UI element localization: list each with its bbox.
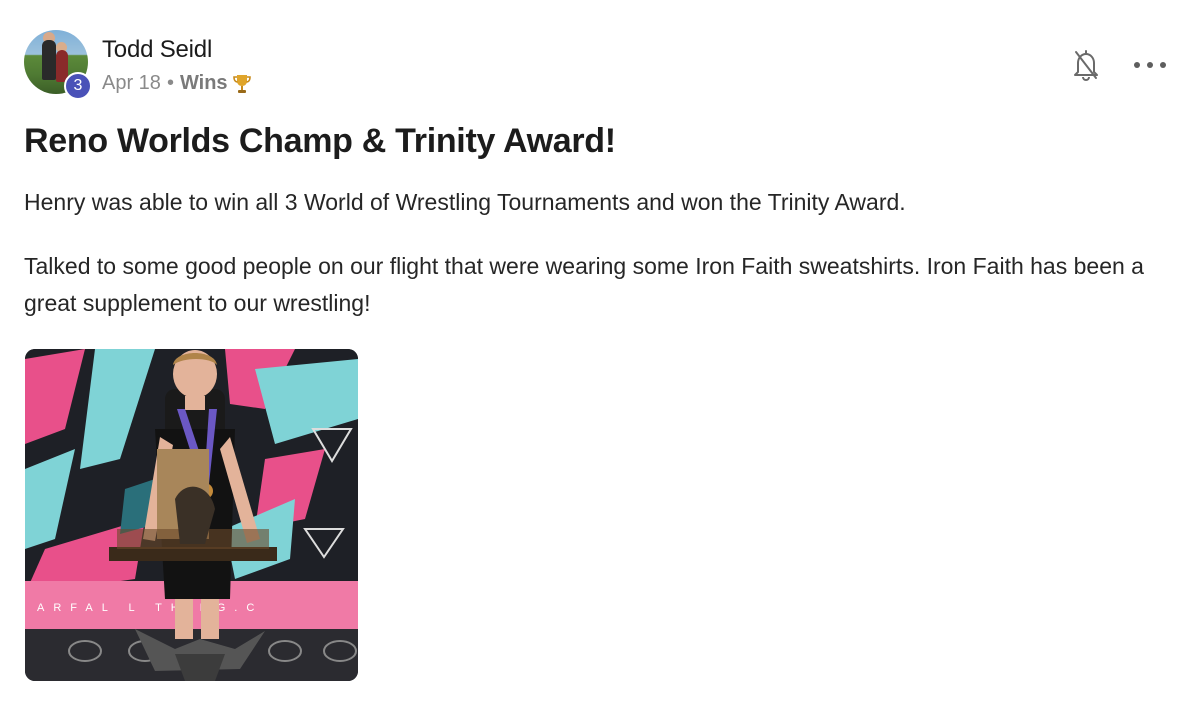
more-horizontal-icon[interactable]: [1134, 56, 1166, 74]
level-badge: 3: [64, 72, 92, 100]
category-link[interactable]: Wins: [180, 72, 228, 95]
post-meta: Apr 18 • Wins: [102, 72, 252, 95]
trophy-icon: [232, 73, 252, 95]
bell-icon[interactable]: [1072, 48, 1100, 82]
post-paragraph-1: Henry was able to win all 3 World of Wre…: [24, 189, 906, 215]
post-date: Apr 18: [102, 72, 161, 94]
post-title: Reno Worlds Champ & Trinity Award!: [24, 122, 616, 160]
banner-text: ARFAL L THING.C: [37, 602, 263, 614]
author-name[interactable]: Todd Seidl: [102, 36, 212, 64]
post-card: 3 Todd Seidl Apr 18 • Wins Reno Worlds C…: [0, 0, 1200, 701]
wrestler-trophy-photo: ARFAL L THING.C: [25, 349, 358, 681]
post-paragraph-2: Talked to some good people on our flight…: [24, 253, 1144, 316]
author-avatar[interactable]: 3: [24, 30, 92, 100]
meta-separator: •: [166, 72, 174, 94]
post-image[interactable]: ARFAL L THING.C: [25, 349, 358, 681]
